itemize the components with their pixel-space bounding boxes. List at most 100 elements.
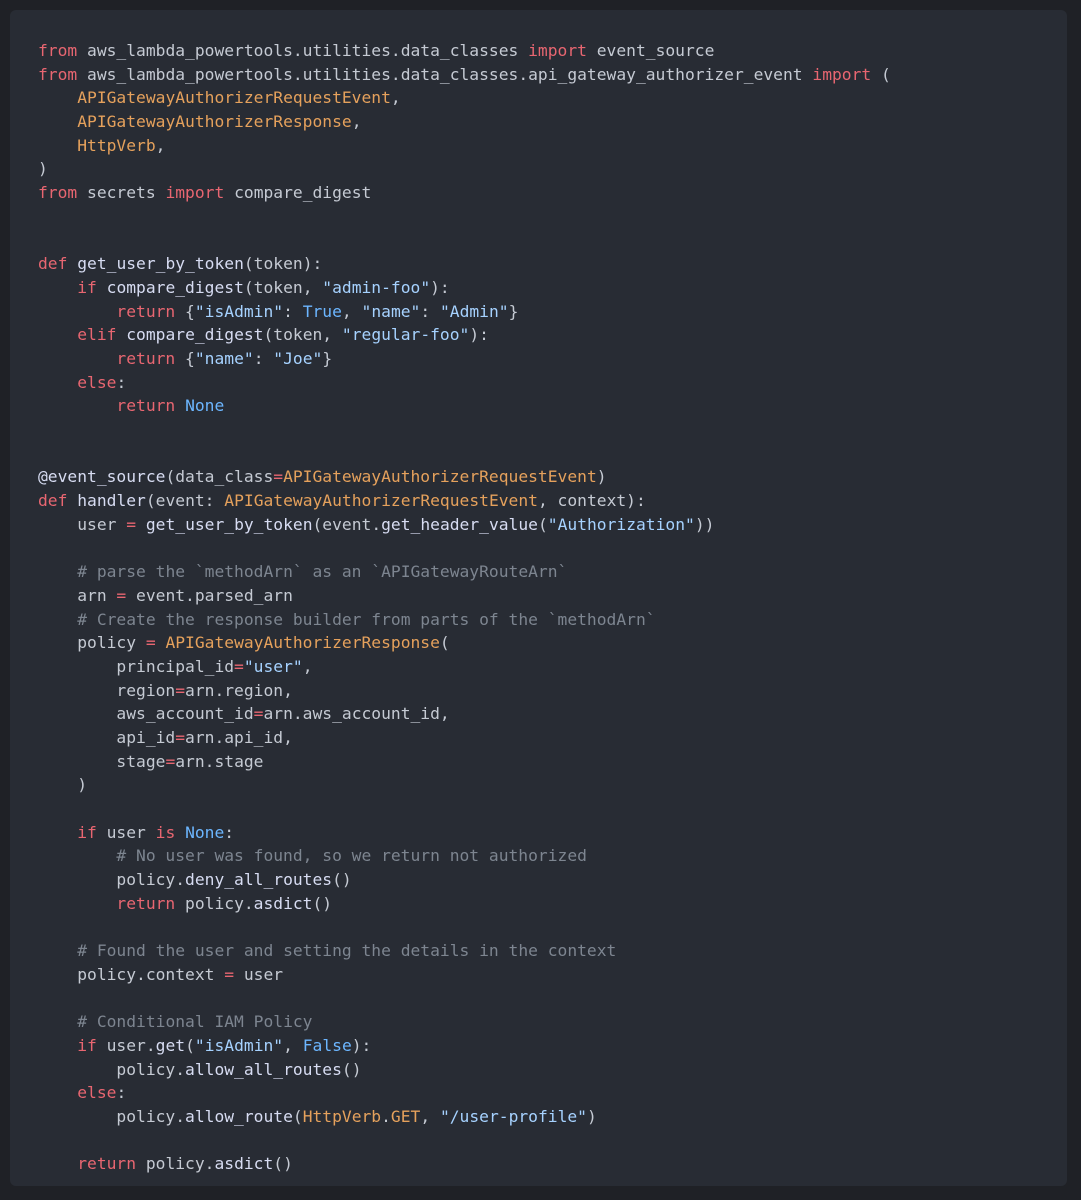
code-function-name: asdict [253,893,313,913]
code-constant: False [302,1035,352,1055]
code-text: ( [871,64,891,84]
code-line: policy.context = user [38,963,1067,987]
code-line: # Create the response builder from parts… [38,608,1067,632]
code-text: } [322,348,333,368]
code-keyword: elif [77,325,117,345]
code-line: policy.deny_all_routes() [38,868,1067,892]
code-line: from aws_lambda_powertools.utilities.dat… [38,39,1067,63]
code-comment: # No user was found, so we return not au… [116,846,587,866]
code-line: # Conditional IAM Policy [38,1010,1067,1034]
code-class-name: HttpVerb [302,1106,382,1126]
code-comment: # parse the `methodArn` as an `APIGatewa… [77,562,568,582]
code-function-name: compare_digest [106,277,244,297]
code-text: policy. [175,893,254,913]
code-line: # Found the user and setting the details… [38,939,1067,963]
code-text: , [155,135,166,155]
code-comment: # Conditional IAM Policy [77,1012,313,1032]
code-text: : [283,301,303,321]
code-constant: None [185,396,225,416]
code-keyword: return [77,1154,137,1174]
code-text: ) [587,1106,597,1126]
code-text: ) [596,467,607,487]
code-keyword: from [38,183,78,203]
code-editor-panel: from aws_lambda_powertools.utilities.dat… [10,10,1067,1186]
code-keyword: = [224,964,235,984]
code-string: "user" [243,656,303,676]
code-line: return {"name": "Joe"} [38,347,1067,371]
code-comment: # Found the user and setting the details… [77,941,617,961]
code-text: { [175,348,195,368]
code-keyword: = [175,680,186,700]
code-line: return policy.asdict() [38,1152,1067,1176]
code-string: "isAdmin" [194,301,284,321]
code-text: : [116,1083,127,1103]
code-keyword: import [812,64,872,84]
code-string: "Admin" [439,301,509,321]
code-string: "Joe" [273,348,323,368]
code-text: ( [185,1035,195,1055]
code-line: return None [38,394,1067,418]
code-function-name: get_user_by_token [77,254,244,274]
code-text: region [38,680,176,700]
code-text: , [283,1035,303,1055]
code-text: , [351,112,362,132]
code-text: ( [439,633,450,653]
code-function-name: allow_all_routes [185,1059,342,1079]
code-text: , [302,656,313,676]
code-keyword: from [38,64,78,84]
code-text: policy. [136,1154,215,1174]
code-line: APIGatewayAuthorizerRequestEvent, [38,86,1067,110]
code-function-name: get [155,1035,186,1055]
code-string: "name" [361,301,421,321]
code-text: aws_account_id [38,704,254,724]
code-text: , context): [537,491,646,511]
code-text: ) [38,775,88,795]
code-function-name: asdict [214,1154,274,1174]
code-text: ( [537,514,548,534]
code-line: if user is None: [38,821,1067,845]
code-comment: # Create the response builder from parts… [77,609,656,629]
code-function-name: deny_all_routes [185,870,333,890]
code-text: arn [38,585,117,605]
code-text: () [273,1154,293,1174]
code-line: stage=arn.stage [38,750,1067,774]
code-text: api_id [38,727,176,747]
code-keyword: def [38,491,68,511]
code-text: (event: [145,491,225,511]
code-string: "Authorization" [547,514,695,534]
code-keyword: from [38,41,78,60]
code-text: policy. [38,1106,186,1126]
code-function-name: allow_route [185,1106,293,1126]
code-text: : [253,348,274,368]
code-text: )) [694,514,715,534]
code-text: { [175,301,195,321]
code-constant: None [185,822,225,842]
code-text: policy. [38,870,186,890]
code-text: () [312,893,333,913]
code-line: @event_source(data_class=APIGatewayAutho… [38,465,1067,489]
code-keyword: = [116,585,127,605]
code-line: policy = APIGatewayAuthorizerResponse( [38,631,1067,655]
code-keyword: if [77,1035,97,1055]
code-line: user = get_user_by_token(event.get_heade… [38,513,1067,537]
code-keyword: def [38,254,68,274]
code-line: from aws_lambda_powertools.utilities.dat… [38,63,1067,87]
code-line: aws_account_id=arn.aws_account_id, [38,702,1067,726]
code-text: ): [469,325,489,345]
code-line: elif compare_digest(token, "regular-foo"… [38,323,1067,347]
